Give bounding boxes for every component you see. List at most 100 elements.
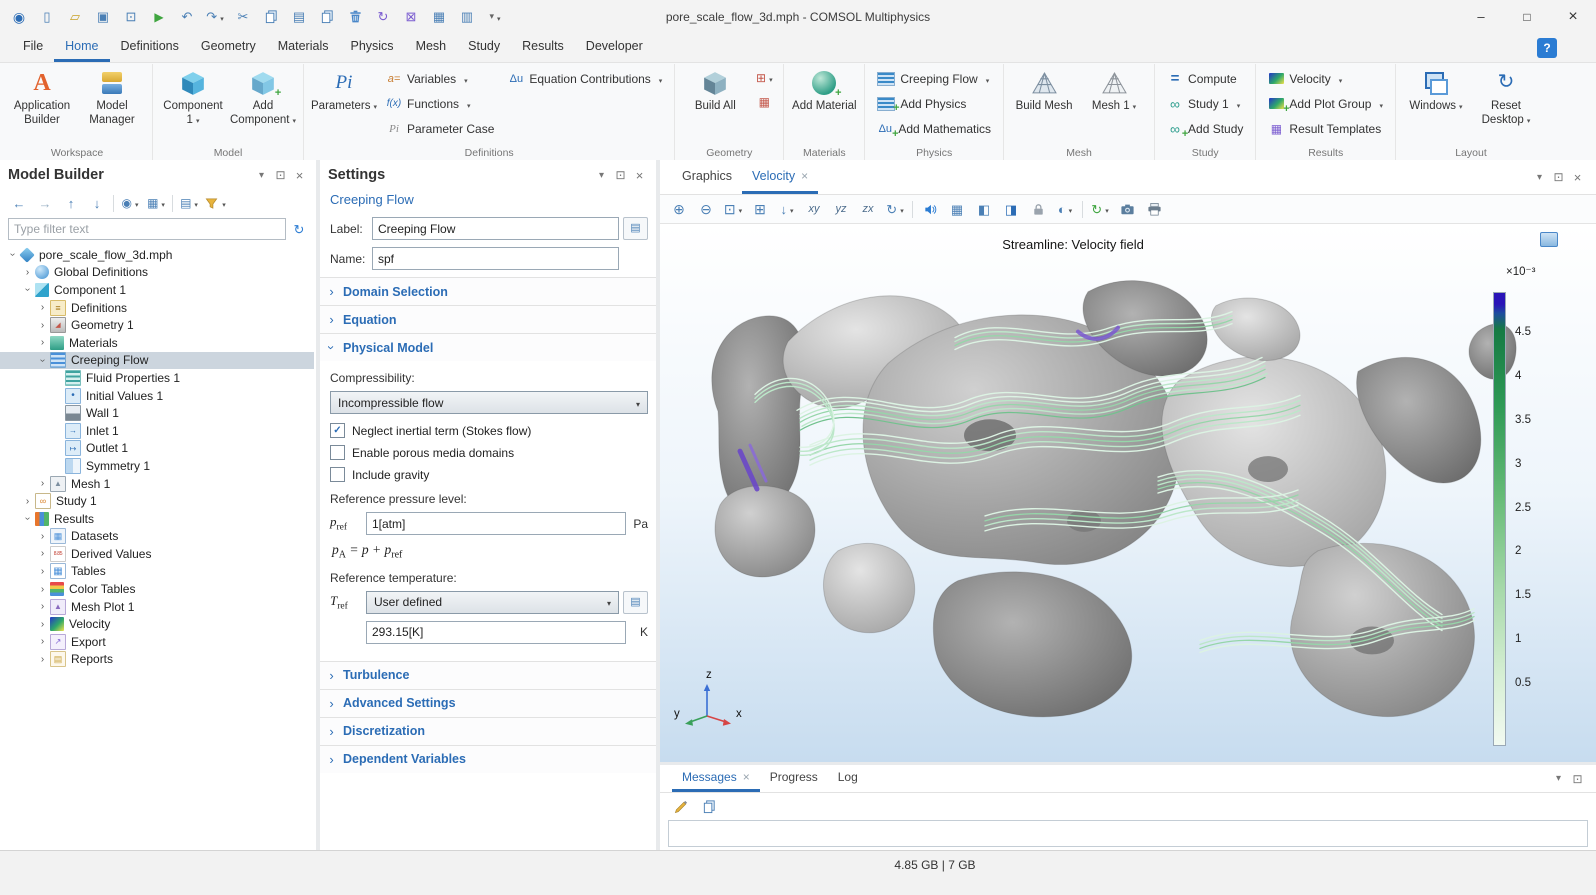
table-icon[interactable]: ▦ <box>426 6 452 28</box>
panel-menu-icon[interactable] <box>253 167 270 184</box>
section-advanced-settings[interactable]: Advanced Settings <box>320 689 656 717</box>
add-mathematics-button[interactable]: Add Mathematics <box>871 116 997 141</box>
build-mesh-button[interactable]: Build Mesh <box>1010 66 1078 117</box>
section-turbulence[interactable]: Turbulence <box>320 661 656 689</box>
close-tab-icon[interactable] <box>801 169 808 183</box>
scene-light-icon[interactable]: ◐ <box>1052 198 1078 220</box>
copy-icon[interactable] <box>258 6 284 28</box>
tree-node-inlet-1[interactable]: Inlet 1 <box>0 422 314 440</box>
menu-geometry[interactable]: Geometry <box>190 33 267 62</box>
chevron-right-icon[interactable] <box>36 619 49 630</box>
cut-icon[interactable]: ✂ <box>230 6 256 28</box>
run-icon[interactable]: ▶ <box>146 6 172 28</box>
update-solution-icon[interactable]: ↻ <box>370 6 396 28</box>
result-templates-button[interactable]: Result Templates <box>1262 116 1387 141</box>
menu-physics[interactable]: Physics <box>339 33 404 62</box>
mesh-1-button[interactable]: Mesh 1 <box>1080 66 1148 117</box>
geometry-table-icon[interactable]: ▦ <box>751 91 777 113</box>
parameter-case-button[interactable]: Parameter Case <box>380 116 500 141</box>
checkbox-unchecked-icon[interactable] <box>330 467 345 482</box>
back-icon[interactable]: ← <box>6 192 32 214</box>
split-horizontal-icon[interactable]: ◧ <box>971 198 997 220</box>
print-icon[interactable] <box>1141 198 1167 220</box>
label-input[interactable] <box>372 217 619 240</box>
annotate-icon[interactable] <box>668 795 694 817</box>
tree-node-datasets[interactable]: Datasets <box>0 528 314 546</box>
physics-interface-select[interactable]: Creeping Flow <box>871 66 995 91</box>
tree-node-results[interactable]: Results <box>0 510 314 528</box>
add-physics-button[interactable]: Add Physics <box>871 91 972 116</box>
name-input[interactable] <box>372 247 619 270</box>
move-up-icon[interactable]: ↑ <box>58 192 84 214</box>
tree-node-export[interactable]: Export <box>0 633 314 651</box>
temperature-input[interactable] <box>366 621 626 644</box>
tree-node-wall-1[interactable]: Wall 1 <box>0 404 314 422</box>
panel-menu-icon[interactable] <box>593 167 610 184</box>
checkbox-checked-icon[interactable]: ✓ <box>330 423 345 438</box>
tab-messages[interactable]: Messages <box>672 765 760 792</box>
functions-button[interactable]: Functions <box>380 91 477 116</box>
add-study-button[interactable]: Add Study <box>1161 116 1249 141</box>
move-down-icon[interactable]: ↓ <box>84 192 110 214</box>
menu-developer[interactable]: Developer <box>575 33 654 62</box>
view-yz-icon[interactable]: yz <box>828 198 854 220</box>
tree-node-definitions[interactable]: Definitions <box>0 299 314 317</box>
temperature-source-icon[interactable]: ▤ <box>623 591 648 614</box>
split-vertical-icon[interactable]: ◨ <box>998 198 1024 220</box>
tree-node-component-1[interactable]: Component 1 <box>0 281 314 299</box>
tree-node-mesh-plot-1[interactable]: Mesh Plot 1 <box>0 598 314 616</box>
close-icon[interactable] <box>1550 0 1596 33</box>
view-zx-icon[interactable]: zx <box>855 198 881 220</box>
tab-progress[interactable]: Progress <box>760 765 828 792</box>
tree-node-mesh-1[interactable]: Mesh 1 <box>0 475 314 493</box>
chevron-right-icon[interactable] <box>36 302 49 313</box>
tree-node-study-1[interactable]: Study 1 <box>0 492 314 510</box>
equation-contributions-button[interactable]: Equation Contributions <box>502 66 668 91</box>
delete-icon[interactable] <box>342 6 368 28</box>
velocity-plot-button[interactable]: Velocity <box>1262 66 1348 91</box>
show-grid-icon[interactable]: ▦ <box>944 198 970 220</box>
minimize-icon[interactable] <box>1458 0 1504 33</box>
undo-icon[interactable]: ↶ <box>174 6 200 28</box>
menu-mesh[interactable]: Mesh <box>405 33 458 62</box>
node-view-icon[interactable]: ▦ <box>143 192 169 214</box>
new-file-icon[interactable]: ▯ <box>34 6 60 28</box>
section-dependent-variables[interactable]: Dependent Variables <box>320 745 656 773</box>
tree-node-pore-scale-flow-3d-mph[interactable]: pore_scale_flow_3d.mph <box>0 246 314 264</box>
maximize-icon[interactable] <box>1504 0 1550 33</box>
chevron-right-icon[interactable] <box>36 636 49 647</box>
show-icon[interactable]: ◉ <box>117 192 143 214</box>
close-panel-icon[interactable] <box>1569 169 1586 186</box>
tree-node-global-definitions[interactable]: Global Definitions <box>0 264 314 282</box>
chevron-right-icon[interactable] <box>36 584 49 595</box>
tab-log[interactable]: Log <box>828 765 868 792</box>
graphics-canvas[interactable]: Streamline: Velocity field ×10⁻³ 4.543.5… <box>660 224 1596 762</box>
chevron-right-icon[interactable] <box>36 601 49 612</box>
tree-node-outlet-1[interactable]: Outlet 1 <box>0 440 314 458</box>
filter-icon[interactable] <box>202 192 228 214</box>
tree-node-velocity[interactable]: Velocity <box>0 615 314 633</box>
redo-icon[interactable]: ↷ <box>202 6 228 28</box>
float-panel-icon[interactable] <box>272 167 289 184</box>
tree-node-derived-values[interactable]: Derived Values <box>0 545 314 563</box>
compressibility-select[interactable]: Incompressible flow <box>330 391 648 414</box>
tree-node-initial-values-1[interactable]: Initial Values 1 <box>0 387 314 405</box>
copy-text-icon[interactable] <box>696 795 722 817</box>
float-panel-icon[interactable] <box>1569 770 1586 787</box>
model-manager-button[interactable]: Model Manager <box>78 66 146 130</box>
save-icon[interactable]: ▣ <box>90 6 116 28</box>
tree-node-color-tables[interactable]: Color Tables <box>0 580 314 598</box>
clear-solutions-icon[interactable]: ⊠ <box>398 6 424 28</box>
tree-node-symmetry-1[interactable]: Symmetry 1 <box>0 457 314 475</box>
study-1-button[interactable]: Study 1 <box>1161 91 1246 116</box>
zoom-selected-icon[interactable]: ⊞ <box>747 198 773 220</box>
chevron-down-icon[interactable] <box>22 283 33 296</box>
build-all-button[interactable]: Build All <box>681 66 749 117</box>
float-panel-icon[interactable] <box>612 167 629 184</box>
close-tab-icon[interactable] <box>743 770 750 784</box>
help-button[interactable]: ? <box>1537 38 1557 58</box>
zoom-out-icon[interactable]: ⊖ <box>693 198 719 220</box>
chevron-right-icon[interactable] <box>21 496 34 507</box>
preview-icon[interactable]: ⊡ <box>118 6 144 28</box>
filter-refresh-icon[interactable]: ↻ <box>286 218 312 240</box>
